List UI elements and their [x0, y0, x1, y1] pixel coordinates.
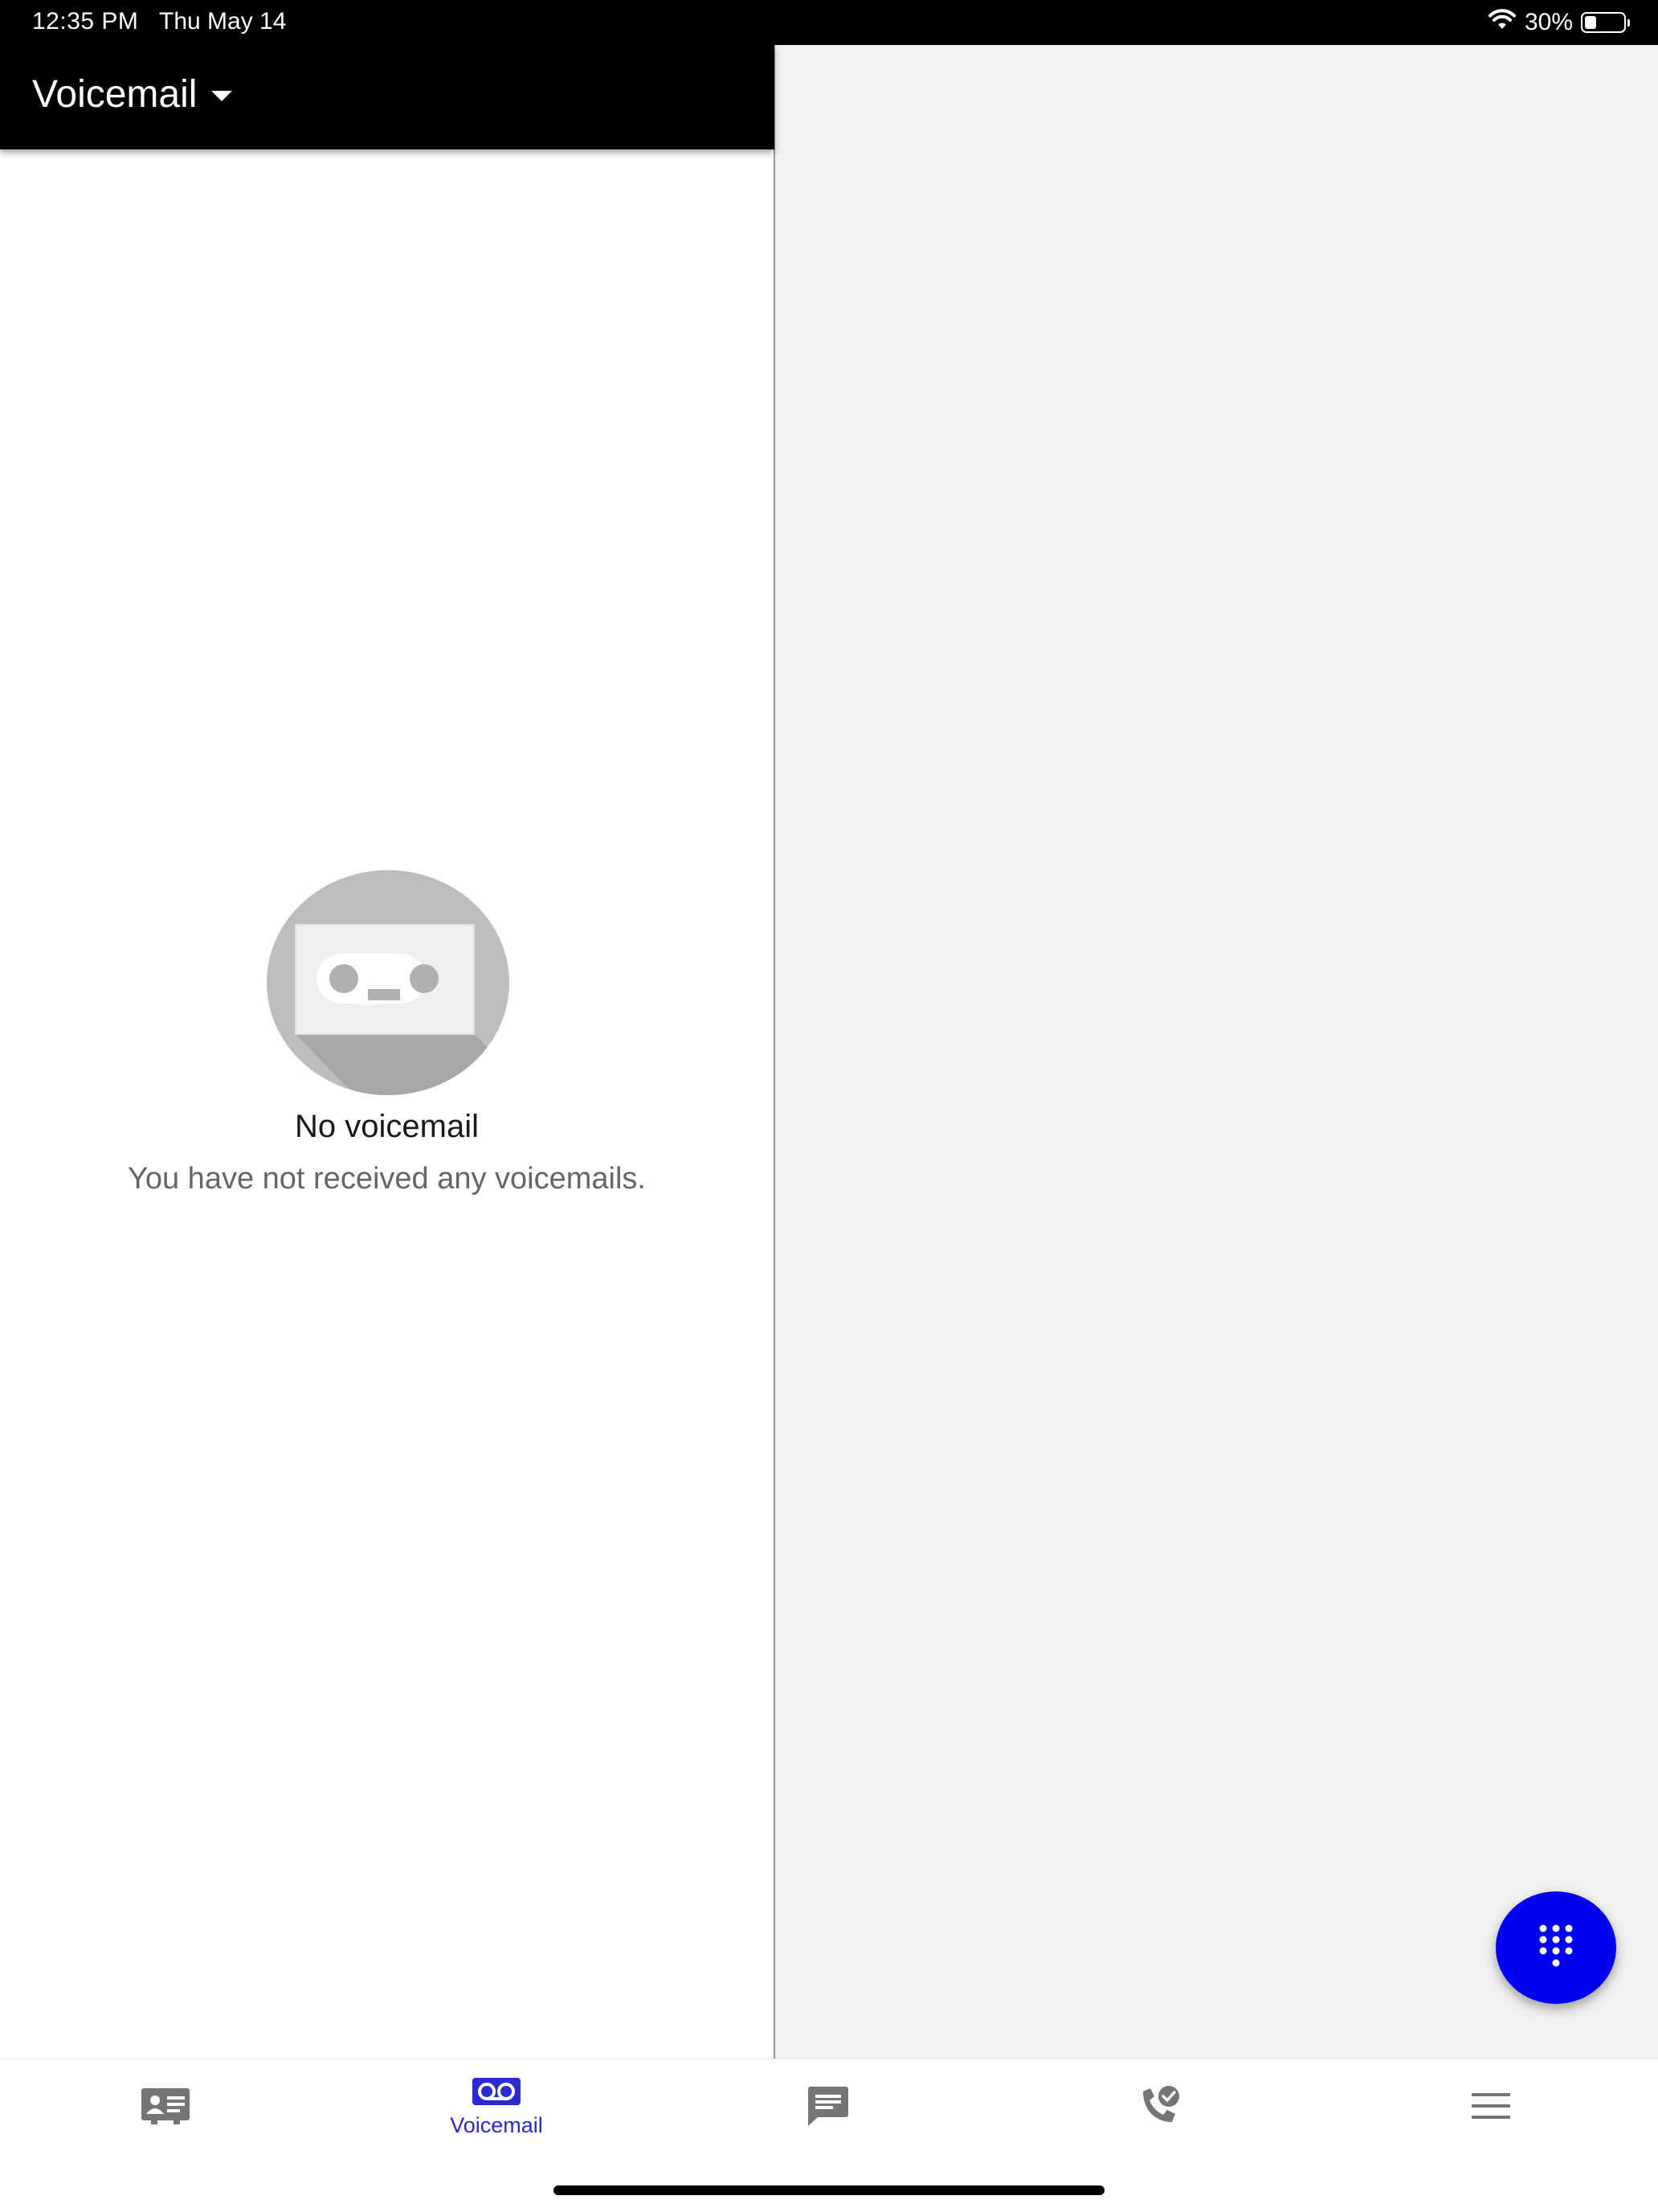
nav-messages[interactable] — [748, 2059, 909, 2156]
contacts-card-icon — [140, 2087, 191, 2129]
status-indicators: 30% — [1488, 6, 1630, 39]
home-indicator[interactable] — [553, 2185, 1105, 2195]
nav-menu[interactable] — [1411, 2059, 1571, 2156]
dialpad-icon — [1538, 1924, 1574, 1973]
wifi-icon — [1488, 8, 1517, 37]
voicemail-icon — [472, 2077, 521, 2110]
status-date: Thu May 14 — [159, 8, 287, 35]
nav-voicemail[interactable]: Voicemail — [416, 2059, 577, 2156]
status-bar: 12:35 PM Thu May 14 30% — [0, 0, 1658, 45]
empty-state-subtitle: You have not received any voicemails. — [128, 1162, 646, 1196]
dialpad-button[interactable] — [1496, 1891, 1616, 2004]
page-title: Voicemail — [32, 73, 198, 116]
chat-message-icon — [807, 2085, 850, 2131]
voicemail-icon — [267, 870, 509, 1095]
app-header: Voicemail — [0, 45, 774, 149]
nav-call-history[interactable] — [1079, 2059, 1239, 2156]
status-time: 12:35 PM — [32, 8, 139, 35]
caret-down-icon — [211, 91, 233, 101]
nav-voicemail-label: Voicemail — [450, 2113, 543, 2137]
empty-state-title: No voicemail — [295, 1109, 479, 1144]
battery-percent: 30% — [1524, 9, 1573, 35]
battery-icon — [1581, 12, 1630, 33]
menu-icon — [1471, 2092, 1511, 2124]
call-history-icon — [1137, 2085, 1182, 2131]
battery-level — [1585, 16, 1596, 29]
nav-contacts[interactable] — [85, 2059, 246, 2156]
detail-pane — [775, 45, 1658, 2059]
voicemail-dropdown[interactable]: Voicemail — [32, 72, 233, 117]
